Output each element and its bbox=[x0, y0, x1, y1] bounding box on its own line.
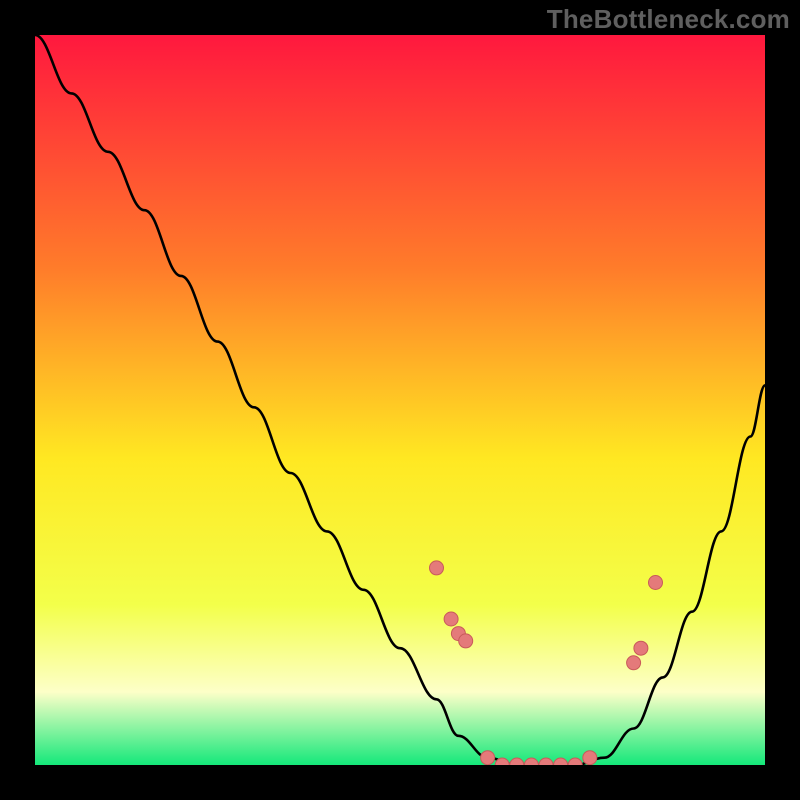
watermark-label: TheBottleneck.com bbox=[547, 4, 790, 35]
data-marker bbox=[481, 751, 495, 765]
data-marker bbox=[634, 641, 648, 655]
data-marker bbox=[627, 656, 641, 670]
data-marker bbox=[430, 561, 444, 575]
data-marker bbox=[649, 576, 663, 590]
data-marker bbox=[459, 634, 473, 648]
data-marker bbox=[444, 612, 458, 626]
chart-frame: TheBottleneck.com bbox=[0, 0, 800, 800]
data-marker bbox=[583, 751, 597, 765]
gradient-background bbox=[35, 35, 765, 765]
bottleneck-chart bbox=[35, 35, 765, 765]
